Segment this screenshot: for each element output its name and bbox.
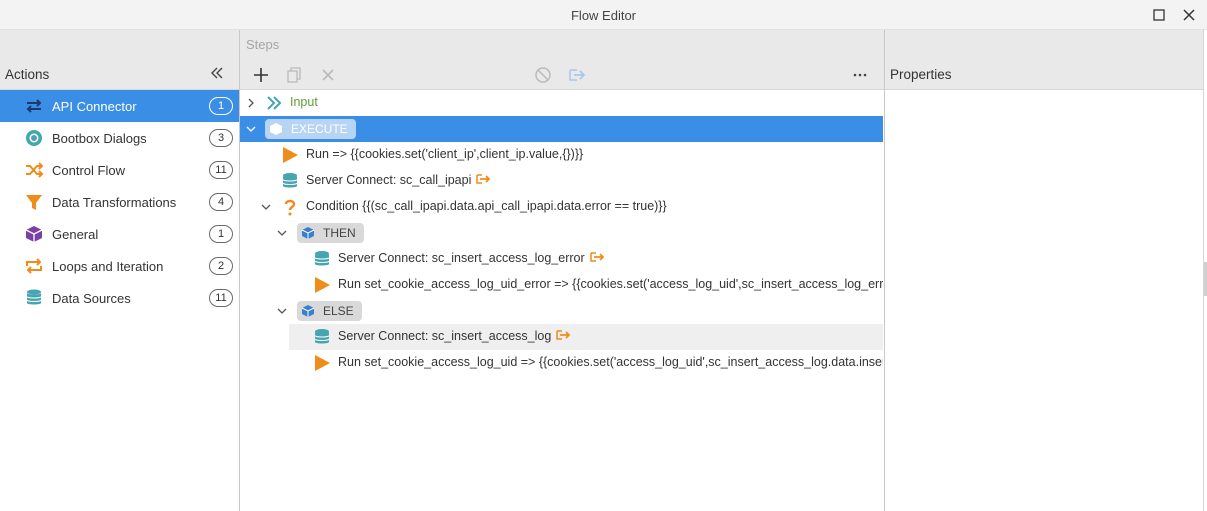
action-item-label: Bootbox Dialogs bbox=[52, 130, 147, 146]
tree-node-run[interactable]: Run set_cookie_access_log_uid_error => {… bbox=[240, 272, 883, 298]
then-pill: THEN bbox=[297, 223, 364, 243]
count-badge: 4 bbox=[209, 193, 233, 211]
database-icon bbox=[314, 329, 330, 344]
chevron-right-icon[interactable] bbox=[245, 97, 257, 109]
chrome-icon bbox=[26, 130, 42, 146]
chevron-down-icon[interactable] bbox=[245, 123, 257, 135]
window-titlebar: Flow Editor bbox=[0, 0, 1207, 30]
tree-node-label: THEN bbox=[323, 226, 356, 240]
tree-node-label: EXECUTE bbox=[291, 122, 348, 136]
database-icon bbox=[314, 251, 330, 266]
action-item-loops-and-iteration[interactable]: Loops and Iteration 2 bbox=[0, 250, 239, 282]
more-icon[interactable] bbox=[851, 66, 869, 84]
action-item-label: Data Transformations bbox=[52, 194, 177, 210]
else-pill: ELSE bbox=[297, 301, 362, 321]
steps-header: Steps bbox=[240, 30, 884, 58]
double-chevron-right-icon bbox=[267, 96, 282, 110]
properties-header: Properties bbox=[885, 58, 1203, 90]
tree-node-label: ELSE bbox=[323, 304, 354, 318]
properties-panel: Properties bbox=[885, 30, 1204, 511]
play-icon bbox=[315, 277, 330, 293]
maximize-icon[interactable] bbox=[1150, 6, 1168, 24]
question-mark-icon bbox=[284, 199, 296, 216]
tree-node-label: Run set_cookie_access_log_uid => {{cooki… bbox=[338, 355, 883, 369]
action-item-data-transformations[interactable]: Data Transformations 4 bbox=[0, 186, 239, 218]
action-item-control-flow[interactable]: Control Flow 11 bbox=[0, 154, 239, 186]
count-badge: 11 bbox=[209, 289, 233, 307]
tree-node-execute[interactable]: EXECUTE bbox=[240, 116, 883, 142]
tree-node-label-wrap: Server Connect: sc_insert_access_log bbox=[338, 329, 571, 343]
disable-icon[interactable] bbox=[534, 66, 552, 84]
goto-link-icon[interactable] bbox=[589, 251, 604, 263]
cube-icon bbox=[301, 227, 315, 239]
action-item-label: Loops and Iteration bbox=[52, 258, 164, 274]
chevron-down-icon[interactable] bbox=[260, 201, 272, 213]
action-item-label: General bbox=[52, 226, 99, 242]
execute-pill: EXECUTE bbox=[265, 119, 356, 139]
action-item-general[interactable]: General 1 bbox=[0, 218, 239, 250]
tree-node-label: Server Connect: sc_call_ipapi bbox=[306, 173, 472, 187]
database-icon bbox=[26, 289, 42, 305]
tree-node-label-wrap: Server Connect: sc_insert_access_log_err… bbox=[338, 251, 604, 265]
tree-node-input[interactable]: Input bbox=[240, 90, 883, 116]
loop-icon bbox=[26, 258, 42, 274]
close-icon[interactable] bbox=[1180, 6, 1198, 24]
cube-icon bbox=[301, 305, 315, 317]
tree-node-server-connect[interactable]: Server Connect: sc_call_ipapi bbox=[240, 168, 883, 194]
tree-node-label: Server Connect: sc_insert_access_log_err… bbox=[338, 251, 585, 265]
tree-node-server-connect[interactable]: Server Connect: sc_insert_access_log_err… bbox=[240, 246, 883, 272]
tree-node-condition[interactable]: Condition {{(sc_call_ipapi.data.api_call… bbox=[240, 194, 883, 220]
tree-node-label: Run => {{cookies.set('client_ip',client_… bbox=[306, 147, 584, 161]
steps-tree: Input EXECUTE Run => {{cookies.set('clie… bbox=[240, 90, 883, 511]
tree-node-label: Run set_cookie_access_log_uid_error => {… bbox=[338, 277, 883, 291]
tree-node-label: Condition {{(sc_call_ipapi.data.api_call… bbox=[306, 199, 667, 213]
count-badge: 1 bbox=[209, 97, 233, 115]
tree-node-else[interactable]: ELSE bbox=[240, 298, 883, 324]
action-item-label: Control Flow bbox=[52, 162, 125, 178]
count-badge: 11 bbox=[209, 161, 233, 179]
tree-node-server-connect[interactable]: Server Connect: sc_insert_access_log bbox=[289, 324, 883, 350]
tree-node-label-wrap: Server Connect: sc_call_ipapi bbox=[306, 173, 491, 187]
play-icon bbox=[315, 355, 330, 371]
add-icon[interactable] bbox=[252, 66, 270, 84]
goto-link-icon[interactable] bbox=[556, 329, 571, 341]
shuffle-icon bbox=[26, 162, 44, 178]
count-badge: 1 bbox=[209, 225, 233, 243]
count-badge: 2 bbox=[209, 257, 233, 275]
action-item-label: API Connector bbox=[52, 98, 137, 114]
count-badge: 3 bbox=[209, 129, 233, 147]
play-icon bbox=[283, 147, 298, 163]
tree-node-label: Input bbox=[290, 95, 318, 109]
steps-panel: Steps Input EXECUTE Run => {{cookies.set… bbox=[240, 30, 885, 511]
cube-icon bbox=[270, 123, 282, 135]
api-connector-icon bbox=[26, 99, 42, 113]
goto-link-icon[interactable] bbox=[476, 173, 491, 185]
chevron-down-icon[interactable] bbox=[276, 305, 288, 317]
properties-header-label: Properties bbox=[890, 67, 952, 82]
chevron-down-icon[interactable] bbox=[276, 227, 288, 239]
actions-top-strip bbox=[0, 30, 239, 58]
steps-toolbar bbox=[240, 58, 884, 90]
double-chevron-left-icon[interactable] bbox=[209, 65, 225, 81]
export-icon[interactable] bbox=[568, 66, 586, 84]
action-item-bootbox-dialogs[interactable]: Bootbox Dialogs 3 bbox=[0, 122, 239, 154]
action-item-api-connector[interactable]: API Connector 1 bbox=[0, 90, 239, 122]
tree-node-run[interactable]: Run => {{cookies.set('client_ip',client_… bbox=[240, 142, 883, 168]
actions-panel: Actions API Connector 1 Bootbox Dialogs … bbox=[0, 30, 240, 511]
funnel-icon bbox=[26, 195, 42, 210]
database-icon bbox=[282, 173, 298, 188]
tree-node-then[interactable]: THEN bbox=[240, 220, 883, 246]
steps-header-label: Steps bbox=[246, 37, 280, 52]
properties-top-strip bbox=[885, 30, 1203, 58]
actions-header-label: Actions bbox=[5, 67, 50, 82]
delete-icon[interactable] bbox=[319, 66, 337, 84]
actions-header: Actions bbox=[0, 58, 239, 90]
copy-icon[interactable] bbox=[285, 66, 303, 84]
tree-node-label: Server Connect: sc_insert_access_log bbox=[338, 329, 552, 343]
action-item-label: Data Sources bbox=[52, 290, 131, 306]
cube-icon bbox=[25, 226, 43, 242]
tree-node-run[interactable]: Run set_cookie_access_log_uid => {{cooki… bbox=[240, 350, 883, 376]
window-title: Flow Editor bbox=[570, 8, 637, 23]
action-item-data-sources[interactable]: Data Sources 11 bbox=[0, 282, 239, 314]
